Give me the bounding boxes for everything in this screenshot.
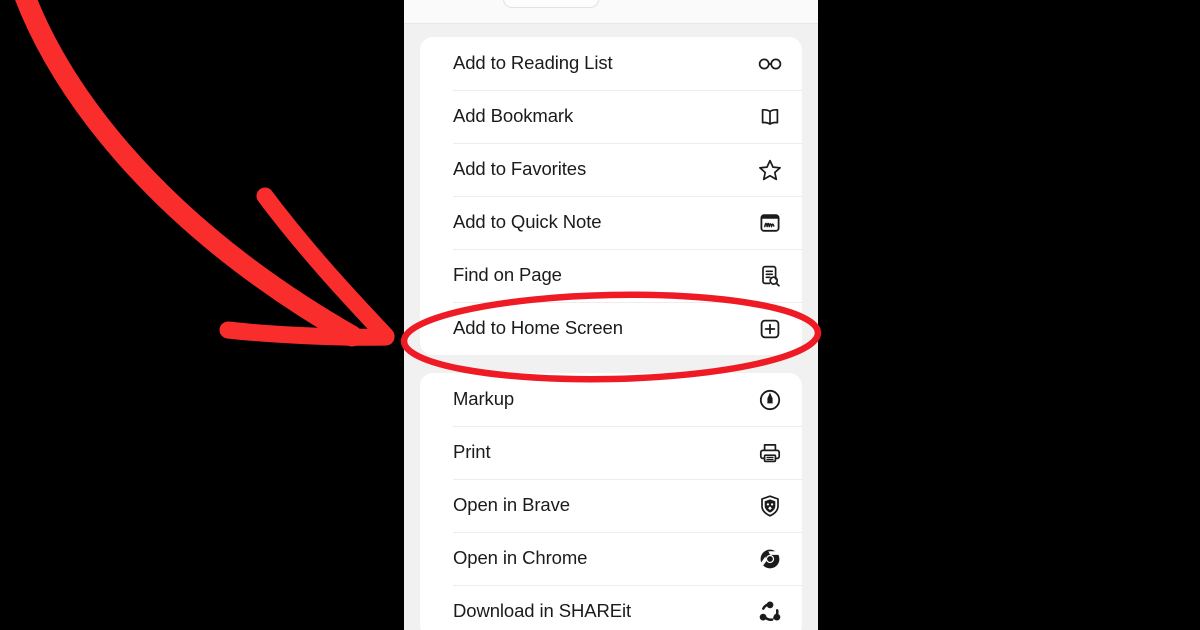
find-on-page-icon — [755, 261, 785, 291]
phone-viewport: Add to Reading List Add Bookmark Add to … — [404, 0, 818, 630]
share-item-label: Add to Reading List — [453, 52, 613, 74]
share-item-label: Add to Home Screen — [453, 317, 623, 339]
share-item-download-in-shareit[interactable]: Download in SHAREit — [420, 585, 802, 630]
screenshot-canvas: Add to Reading List Add Bookmark Add to … — [0, 0, 1200, 630]
share-item-add-to-reading-list[interactable]: Add to Reading List — [420, 37, 802, 90]
share-action-group-secondary: Markup Print Open in Brave Open in Chrom… — [420, 373, 802, 630]
share-item-label: Find on Page — [453, 264, 562, 286]
chrome-icon — [755, 544, 785, 574]
share-item-label: Markup — [453, 388, 515, 410]
quick-note-icon — [755, 208, 785, 238]
shareit-icon — [755, 597, 785, 627]
printer-icon — [755, 438, 785, 468]
share-sheet: Add to Reading List Add Bookmark Add to … — [404, 24, 818, 630]
arrowhead-upper-barb — [256, 187, 395, 345]
markup-pen-icon — [755, 385, 785, 415]
share-item-label: Add Bookmark — [453, 105, 574, 127]
share-action-group-primary: Add to Reading List Add Bookmark Add to … — [420, 37, 802, 355]
share-item-label: Print — [453, 441, 491, 463]
share-item-label: Open in Brave — [453, 494, 570, 516]
share-item-markup[interactable]: Markup — [420, 373, 802, 426]
partial-button-above-sheet[interactable] — [503, 0, 599, 8]
star-outline-icon — [755, 155, 785, 185]
open-book-icon — [755, 102, 785, 132]
share-item-find-on-page[interactable]: Find on Page — [420, 249, 802, 302]
share-item-label: Add to Quick Note — [453, 211, 602, 233]
share-item-add-bookmark[interactable]: Add Bookmark — [420, 90, 802, 143]
arrowhead-lower-barb — [219, 321, 395, 346]
plus-square-icon — [755, 314, 785, 344]
sheet-top-strip — [404, 0, 818, 24]
share-item-open-in-brave[interactable]: Open in Brave — [420, 479, 802, 532]
hand-drawn-arrow — [15, 0, 363, 347]
share-item-add-to-favorites[interactable]: Add to Favorites — [420, 143, 802, 196]
brave-lion-icon — [755, 491, 785, 521]
share-item-print[interactable]: Print — [420, 426, 802, 479]
share-item-label: Open in Chrome — [453, 547, 588, 569]
share-item-open-in-chrome[interactable]: Open in Chrome — [420, 532, 802, 585]
share-item-label: Add to Favorites — [453, 158, 587, 180]
share-item-add-to-quick-note[interactable]: Add to Quick Note — [420, 196, 802, 249]
share-item-label: Download in SHAREit — [453, 600, 632, 622]
share-item-add-to-home-screen[interactable]: Add to Home Screen — [420, 302, 802, 355]
glasses-icon — [755, 49, 785, 79]
